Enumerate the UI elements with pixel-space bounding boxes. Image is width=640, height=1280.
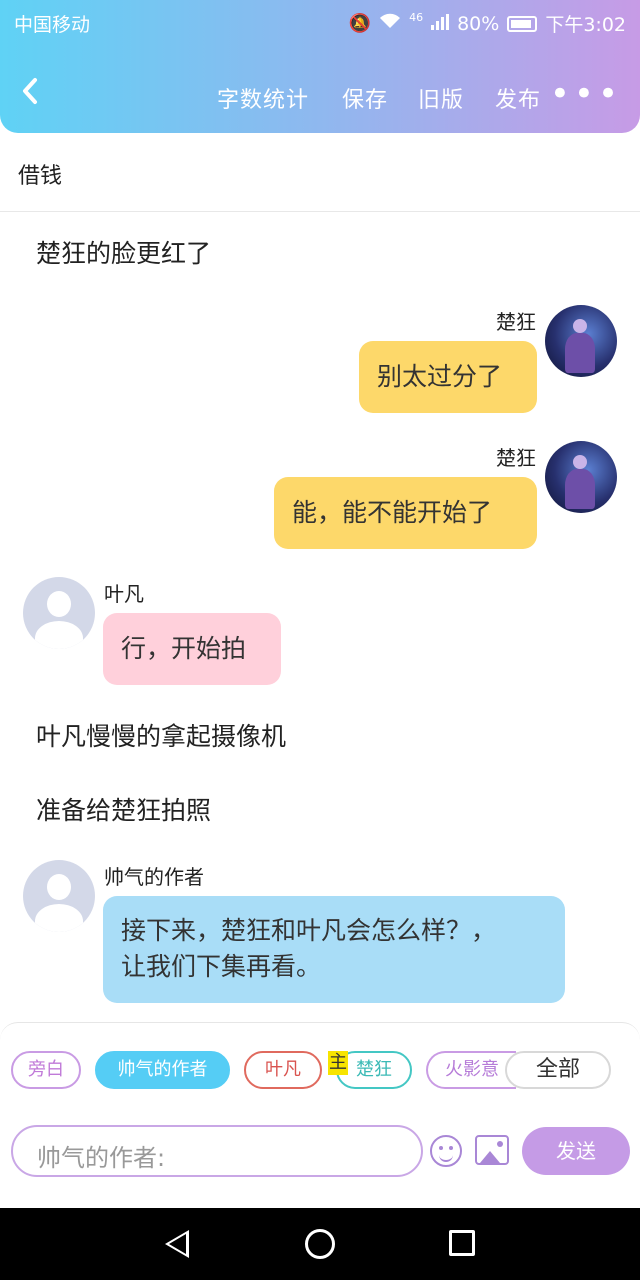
toolbar: 字数统计 保存 旧版 发布 •••	[0, 70, 640, 122]
message-line: 接下来，楚狂和叶凡会怎么样？，	[121, 916, 497, 945]
message-input[interactable]: 帅气的作者:	[11, 1125, 423, 1177]
wifi-icon	[379, 13, 401, 34]
role-chip-author[interactable]: 帅气的作者	[95, 1051, 230, 1089]
battery-icon	[507, 15, 538, 32]
document-title: 借钱	[18, 164, 63, 189]
role-chip-narrator[interactable]: 旁白	[11, 1051, 81, 1089]
message-bubble[interactable]: 别太过分了	[359, 341, 537, 413]
back-button[interactable]	[20, 76, 50, 116]
role-chip-fire[interactable]: 火影意	[426, 1051, 516, 1089]
signal-icon: 46	[409, 11, 424, 24]
status-bar: 中国移动 🔕 46 80% 下午3:02	[0, 0, 640, 44]
image-icon[interactable]	[475, 1135, 509, 1165]
app-header: 中国移动 🔕 46 80% 下午3:02 字数统计 保存 旧版 发布 •••	[0, 0, 640, 133]
message-bubble[interactable]: 行，开始拍	[103, 613, 281, 685]
publish-button[interactable]: 发布	[495, 82, 541, 114]
carrier-name: 中国移动	[14, 14, 91, 36]
old-version-button[interactable]: 旧版	[418, 82, 464, 114]
main-role-badge: 主	[328, 1051, 348, 1075]
message-line: 让我们下集再看。	[121, 952, 322, 981]
nav-recents-icon[interactable]	[449, 1230, 475, 1256]
status-icons: 🔕 46 80% 下午3:02	[349, 10, 626, 37]
avatar-ye-fan[interactable]	[23, 577, 95, 649]
input-placeholder: 帅气的作者:	[37, 1144, 166, 1172]
avatar-chu-kuang[interactable]	[545, 305, 617, 377]
mute-icon: 🔕	[348, 13, 372, 34]
speaker-name: 叶凡	[104, 582, 144, 606]
composer-panel: 旁白 帅气的作者 叶凡 楚狂 主 火影意 全部 帅气的作者: 发送	[0, 1022, 640, 1183]
save-button[interactable]: 保存	[342, 82, 388, 114]
narration-line[interactable]: 楚狂的脸更红了	[36, 234, 211, 270]
nav-home-icon[interactable]	[305, 1229, 335, 1259]
message-bubble[interactable]: 能，能不能开始了	[274, 477, 537, 549]
document-title-bar[interactable]: 借钱	[0, 140, 640, 212]
speaker-name: 楚狂	[496, 310, 536, 334]
word-count-button[interactable]: 字数统计	[217, 82, 309, 114]
role-chip-ye-fan[interactable]: 叶凡	[244, 1051, 322, 1089]
speaker-name: 帅气的作者	[104, 865, 204, 889]
speaker-name: 楚狂	[496, 446, 536, 470]
battery-percent: 80%	[457, 12, 500, 35]
avatar-chu-kuang[interactable]	[545, 441, 617, 513]
more-options-button[interactable]: •••	[550, 74, 622, 114]
message-bubble[interactable]: 接下来，楚狂和叶凡会怎么样？， 让我们下集再看。	[103, 896, 565, 1003]
signal-bars-icon	[431, 13, 450, 35]
all-roles-button[interactable]: 全部	[505, 1051, 611, 1089]
chevron-left-icon	[23, 78, 37, 104]
nav-back-icon[interactable]	[165, 1230, 189, 1258]
narration-line[interactable]: 准备给楚狂拍照	[36, 791, 211, 827]
clock: 下午3:02	[545, 14, 626, 36]
send-button[interactable]: 发送	[522, 1127, 630, 1175]
narration-line[interactable]: 叶凡慢慢的拿起摄像机	[36, 717, 286, 753]
emoji-icon[interactable]	[430, 1135, 462, 1167]
avatar-author[interactable]	[23, 860, 95, 932]
system-navigation-bar	[0, 1208, 640, 1280]
